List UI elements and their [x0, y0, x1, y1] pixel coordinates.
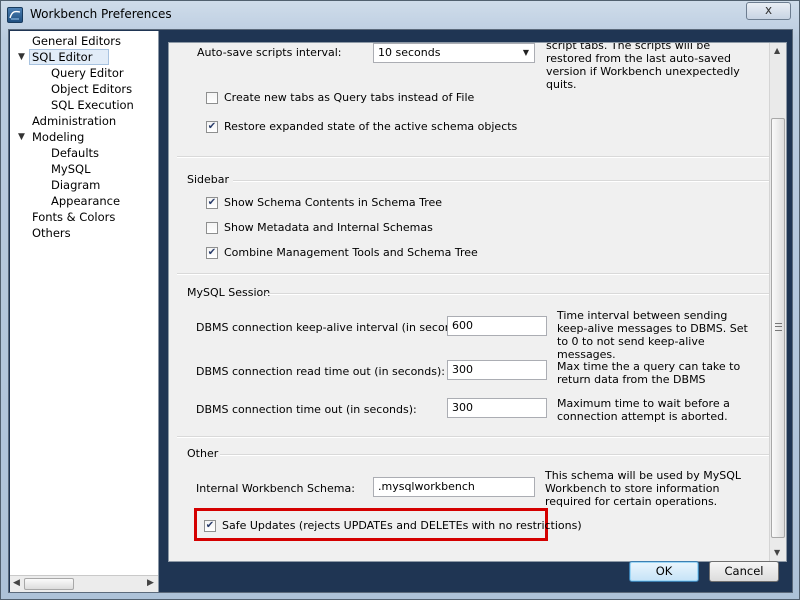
sidebar-section-heading: Sidebar: [187, 173, 230, 186]
tree-item-label: General Editors: [32, 34, 122, 48]
close-icon: x: [764, 3, 773, 17]
query-tabs-checkbox[interactable]: [206, 92, 218, 104]
tree-item-label: Administration: [32, 114, 117, 128]
scroll-left-icon[interactable]: ◀: [13, 578, 20, 588]
connect-timeout-help: Maximum time to wait before a connection…: [557, 397, 730, 423]
schema-label: Internal Workbench Schema:: [196, 482, 355, 495]
panel-vertical-scrollbar[interactable]: ▲ ▼: [769, 43, 786, 561]
category-tree[interactable]: General Editors ▼ SQL Editor Query Editor Ob…: [10, 31, 159, 592]
tree-item-label: Query Editor: [51, 66, 124, 80]
read-timeout-input[interactable]: 300: [447, 360, 547, 380]
keepalive-help: Time interval between sending keep-alive…: [557, 309, 748, 361]
dialog-body: General Editors ▼ SQL Editor Query Editor Ob…: [8, 29, 793, 593]
dropdown-arrow-icon: ▼: [522, 48, 529, 57]
mysql-session-heading: MySQL Session: [187, 286, 271, 299]
combine-tools-label: Combine Management Tools and Schema Tree: [224, 246, 478, 259]
show-schema-contents-checkbox[interactable]: ✔: [206, 197, 218, 209]
tree-item[interactable]: MySQL: [51, 162, 91, 177]
tree-item-label: Defaults: [51, 146, 100, 160]
show-metadata-checkbox[interactable]: [206, 222, 218, 234]
tree-horizontal-scrollbar[interactable]: ◀ ▶: [10, 575, 158, 592]
tree-item[interactable]: Others: [32, 226, 71, 241]
connect-timeout-input[interactable]: 300: [447, 398, 547, 418]
panel-scroll-thumb[interactable]: [771, 118, 785, 538]
preferences-panel: Auto-save scripts interval: 10 seconds ▼…: [168, 42, 787, 562]
scroll-up-icon[interactable]: ▲: [774, 46, 780, 55]
show-metadata-label: Show Metadata and Internal Schemas: [224, 221, 433, 234]
tree-item-label: Diagram: [51, 178, 101, 192]
schema-help: This schema will be used by MySQL Workbe…: [545, 469, 742, 508]
scroll-right-icon[interactable]: ▶: [147, 578, 154, 588]
autosave-help: script tabs. The scripts will be restore…: [546, 42, 740, 91]
show-schema-contents-label: Show Schema Contents in Schema Tree: [224, 196, 443, 209]
workbench-app-icon: [7, 7, 23, 23]
tree-item[interactable]: SQL Execution: [51, 98, 134, 113]
tree-item-label: Modeling: [32, 130, 85, 144]
query-tabs-label: Create new tabs as Query tabs instead of…: [224, 91, 475, 104]
tree-item-label: Object Editors: [51, 82, 133, 96]
tree-item[interactable]: Appearance: [51, 194, 120, 209]
tree-item-label: SQL Editor: [29, 49, 110, 65]
divider: [177, 273, 769, 275]
title-bar[interactable]: Workbench Preferences x: [1, 1, 799, 29]
tree-item[interactable]: Object Editors: [51, 82, 132, 97]
tree-item[interactable]: ▼ SQL Editor: [18, 49, 110, 65]
tree-item[interactable]: General Editors: [32, 34, 121, 49]
divider: [220, 454, 769, 456]
restore-expanded-label: Restore expanded state of the active sch…: [224, 120, 518, 133]
connect-timeout-label: DBMS connection time out (in seconds):: [196, 403, 417, 416]
tree-item-label: Fonts & Colors: [32, 210, 116, 224]
cancel-button[interactable]: Cancel: [709, 561, 779, 582]
autosave-label: Auto-save scripts interval:: [197, 46, 342, 59]
scroll-down-icon[interactable]: ▼: [774, 548, 780, 557]
divider: [177, 436, 769, 438]
read-timeout-help: Max time the a query can take to return …: [557, 360, 741, 386]
tree-item[interactable]: ▼ Modeling: [18, 130, 85, 145]
schema-input[interactable]: .mysqlworkbench: [373, 477, 535, 497]
expand-toggle-icon[interactable]: ▼: [18, 130, 25, 145]
tree-item-label: MySQL: [51, 162, 91, 176]
grip-icon: [775, 323, 782, 331]
keepalive-input[interactable]: 600: [447, 316, 547, 336]
tree-item-label: Appearance: [51, 194, 121, 208]
autosave-interval-select[interactable]: 10 seconds ▼: [373, 43, 535, 63]
divider: [177, 156, 769, 158]
tree-scroll-thumb[interactable]: [24, 578, 74, 590]
safe-updates-checkbox[interactable]: ✔: [204, 520, 216, 532]
preferences-window: Workbench Preferences x General Editors ▼…: [0, 0, 800, 600]
keepalive-label: DBMS connection keep-alive interval (in …: [196, 321, 473, 334]
divider: [233, 180, 769, 182]
expand-toggle-icon[interactable]: ▼: [18, 50, 25, 65]
tree-item[interactable]: Defaults: [51, 146, 99, 161]
ok-button[interactable]: OK: [629, 561, 699, 582]
divider: [265, 293, 769, 295]
read-timeout-label: DBMS connection read time out (in second…: [196, 365, 445, 378]
window-title: Workbench Preferences: [30, 7, 172, 21]
close-button[interactable]: x: [746, 2, 791, 20]
safe-updates-label: Safe Updates (rejects UPDATEs and DELETE…: [222, 519, 582, 532]
restore-expanded-checkbox[interactable]: ✔: [206, 121, 218, 133]
tree-item[interactable]: Diagram: [51, 178, 100, 193]
autosave-interval-value: 10 seconds: [378, 46, 441, 59]
other-section-heading: Other: [187, 447, 219, 460]
combine-tools-checkbox[interactable]: ✔: [206, 247, 218, 259]
tree-item[interactable]: Administration: [32, 114, 116, 129]
tree-item-label: Others: [32, 226, 71, 240]
tree-item-label: SQL Execution: [51, 98, 134, 112]
tree-item[interactable]: Query Editor: [51, 66, 124, 81]
tree-item[interactable]: Fonts & Colors: [32, 210, 115, 225]
